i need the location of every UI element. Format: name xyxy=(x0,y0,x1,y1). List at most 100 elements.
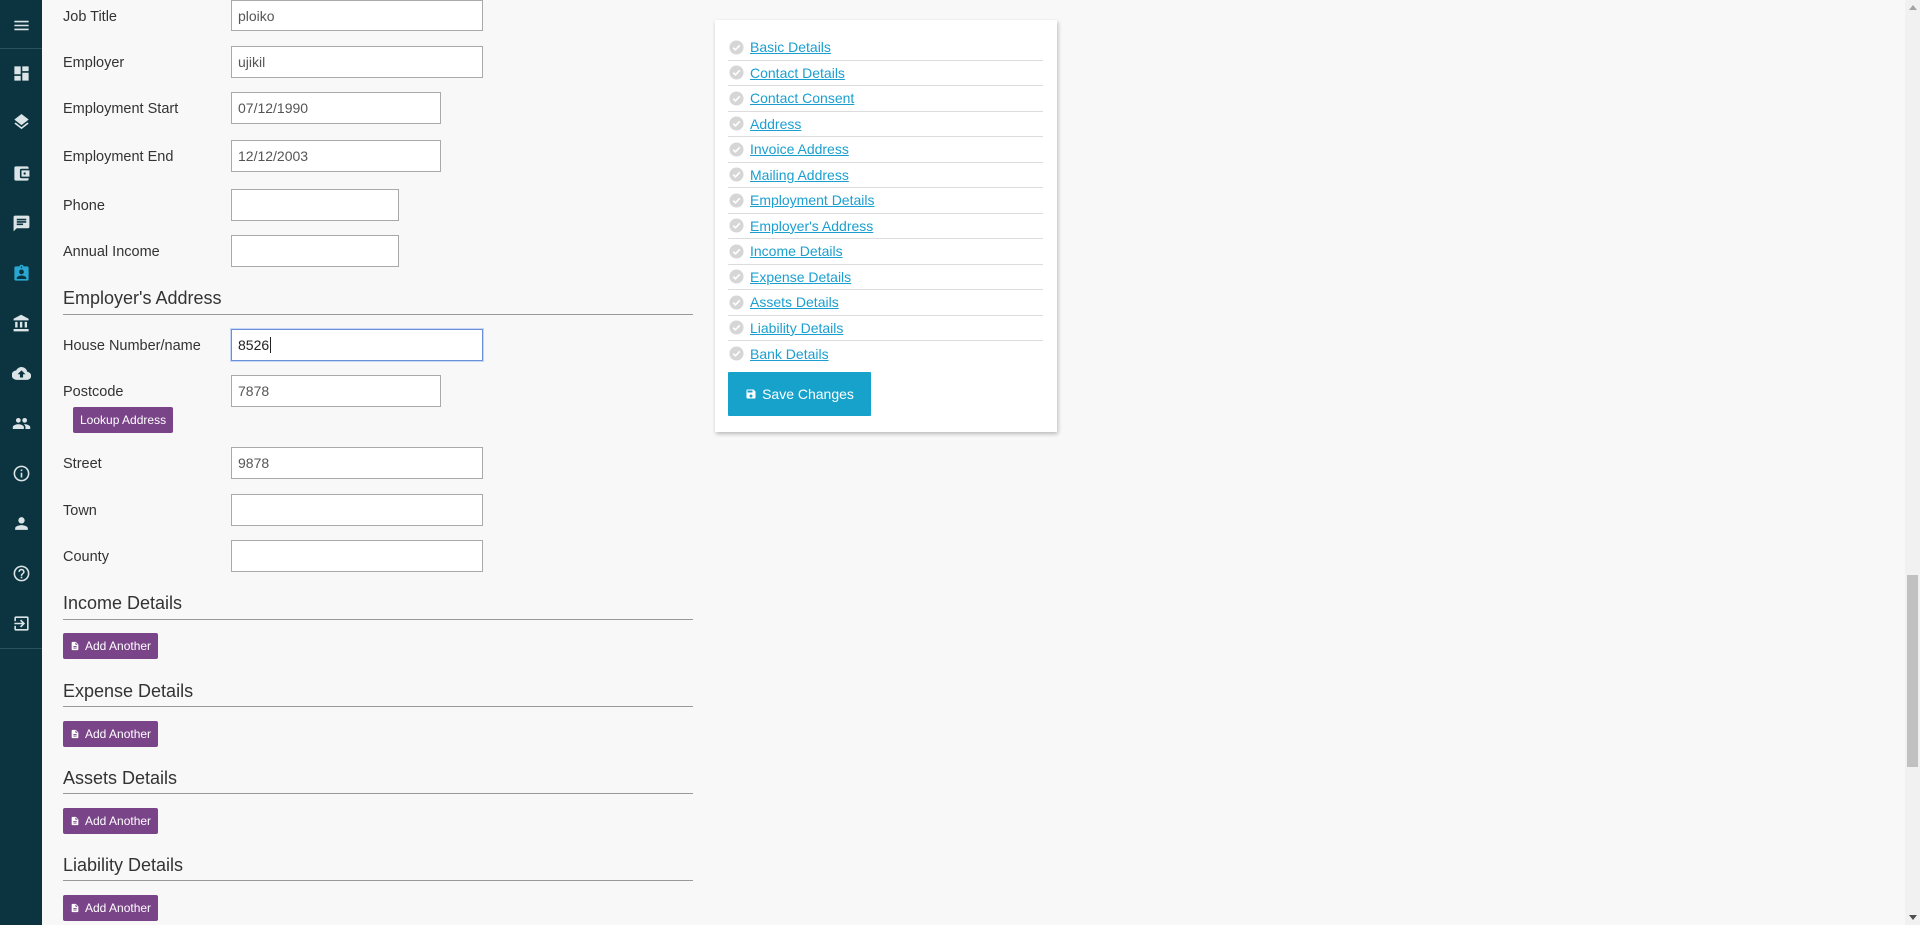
nav-link-liability-details[interactable]: Liability Details xyxy=(750,320,843,336)
check-circle-icon xyxy=(729,269,744,284)
job-title-input[interactable]: ploiko xyxy=(231,0,483,31)
add-liability-button[interactable]: Add Another xyxy=(63,895,159,921)
county-input[interactable] xyxy=(231,540,483,572)
nav-link-invoice-address[interactable]: Invoice Address xyxy=(750,141,849,157)
sidebar-item-help[interactable] xyxy=(0,548,42,598)
nav-link-address[interactable]: Address xyxy=(750,116,801,132)
income-details-heading: Income Details xyxy=(63,593,183,613)
section-divider xyxy=(63,619,693,620)
county-label: County xyxy=(63,549,109,565)
nav-link-assets-details[interactable]: Assets Details xyxy=(750,294,839,310)
nav-item-invoice-address: Invoice Address xyxy=(728,137,1043,163)
sidebar-item-wallet[interactable] xyxy=(0,148,42,198)
document-icon xyxy=(71,816,79,826)
message-icon xyxy=(13,215,29,231)
lookup-address-button[interactable]: Lookup Address xyxy=(73,407,174,433)
bank-icon xyxy=(13,314,29,331)
layers-icon xyxy=(13,113,29,129)
check-circle-icon xyxy=(729,193,744,208)
sidebar-item-dashboard[interactable] xyxy=(0,48,42,98)
dashboard-icon xyxy=(13,65,29,81)
nav-item-address: Address xyxy=(728,112,1043,137)
contact-card-icon xyxy=(13,264,29,281)
employment-start-input[interactable]: 07/12/1990 xyxy=(231,92,441,124)
employment-start-label: Employment Start xyxy=(63,101,179,117)
add-income-button[interactable]: Add Another xyxy=(63,633,159,659)
town-input[interactable] xyxy=(231,494,483,526)
document-icon xyxy=(71,903,79,913)
scroll-down-arrow[interactable] xyxy=(1909,915,1917,920)
add-asset-label: Add Another xyxy=(85,814,152,828)
house-number-input[interactable]: 8526 xyxy=(231,329,483,361)
section-divider xyxy=(63,314,693,315)
nav-link-contact-details[interactable]: Contact Details xyxy=(750,65,845,81)
scroll-thumb[interactable] xyxy=(1907,575,1918,767)
sidebar-item-logout[interactable] xyxy=(0,598,42,648)
check-circle-icon xyxy=(729,116,744,131)
section-divider xyxy=(63,706,693,707)
sidebar-item-bank[interactable] xyxy=(0,298,42,348)
check-circle-icon xyxy=(729,244,744,259)
phone-input[interactable] xyxy=(231,189,399,221)
section-divider xyxy=(63,880,693,881)
sidebar-item-profile[interactable] xyxy=(0,498,42,548)
check-circle-icon xyxy=(729,65,744,80)
employers-address-heading: Employer's Address xyxy=(63,288,222,308)
sidebar-item-messages[interactable] xyxy=(0,198,42,248)
nav-item-expense-details: Expense Details xyxy=(728,265,1043,290)
sidebar xyxy=(0,0,42,925)
nav-item-bank-details: Bank Details xyxy=(728,341,1043,367)
vertical-scrollbar[interactable] xyxy=(1905,0,1920,925)
nav-link-income-details[interactable]: Income Details xyxy=(750,243,843,259)
nav-link-employment-details[interactable]: Employment Details xyxy=(750,192,875,208)
add-asset-button[interactable]: Add Another xyxy=(63,808,159,834)
section-divider xyxy=(63,793,693,794)
annual-income-input[interactable] xyxy=(231,235,399,267)
nav-item-employer-s-address: Employer's Address xyxy=(728,214,1043,239)
sidebar-item-info[interactable] xyxy=(0,448,42,498)
scroll-up-arrow[interactable] xyxy=(1909,5,1917,10)
save-changes-button[interactable]: Save Changes xyxy=(728,372,871,416)
employment-end-label: Employment End xyxy=(63,149,174,165)
add-expense-button[interactable]: Add Another xyxy=(63,721,159,747)
people-icon xyxy=(12,417,30,429)
expense-details-heading: Expense Details xyxy=(63,681,194,701)
annual-income-label: Annual Income xyxy=(63,244,160,260)
assets-details-heading: Assets Details xyxy=(63,768,178,788)
nav-link-expense-details[interactable]: Expense Details xyxy=(750,269,851,285)
person-icon xyxy=(14,516,28,530)
nav-item-employment-details: Employment Details xyxy=(728,188,1043,214)
save-icon xyxy=(746,389,756,399)
nav-link-contact-consent[interactable]: Contact Consent xyxy=(750,90,854,106)
nav-item-contact-details: Contact Details xyxy=(728,61,1043,86)
cloud-upload-icon xyxy=(11,366,31,380)
street-label: Street xyxy=(63,456,102,472)
postcode-label: Postcode xyxy=(63,384,124,400)
sidebar-item-contacts[interactable] xyxy=(0,248,42,298)
check-circle-icon xyxy=(729,320,744,335)
sidebar-divider xyxy=(0,648,42,649)
nav-link-employer-s-address[interactable]: Employer's Address xyxy=(750,218,873,234)
check-circle-icon xyxy=(729,142,744,157)
employment-end-input[interactable]: 12/12/2003 xyxy=(231,140,441,172)
nav-item-income-details: Income Details xyxy=(728,239,1043,265)
town-label: Town xyxy=(63,503,97,519)
text-cursor xyxy=(270,337,272,353)
add-liability-label: Add Another xyxy=(85,901,152,915)
nav-item-liability-details: Liability Details xyxy=(728,316,1043,341)
postcode-input[interactable]: 7878 xyxy=(231,375,441,407)
sidebar-item-upload[interactable] xyxy=(0,348,42,398)
nav-link-mailing-address[interactable]: Mailing Address xyxy=(750,167,849,183)
nav-link-basic-details[interactable]: Basic Details xyxy=(750,39,831,55)
employer-input[interactable]: ujikil xyxy=(231,46,483,78)
street-input[interactable]: 9878 xyxy=(231,447,483,479)
liability-details-heading: Liability Details xyxy=(63,855,184,875)
nav-link-bank-details[interactable]: Bank Details xyxy=(750,346,829,362)
sidebar-item-layers[interactable] xyxy=(0,98,42,148)
sidebar-menu-button[interactable] xyxy=(0,0,42,50)
sidebar-item-people[interactable] xyxy=(0,398,42,448)
help-icon xyxy=(13,565,29,581)
add-income-label: Add Another xyxy=(85,639,152,653)
wallet-icon xyxy=(13,165,29,181)
save-changes-label: Save Changes xyxy=(762,386,854,402)
